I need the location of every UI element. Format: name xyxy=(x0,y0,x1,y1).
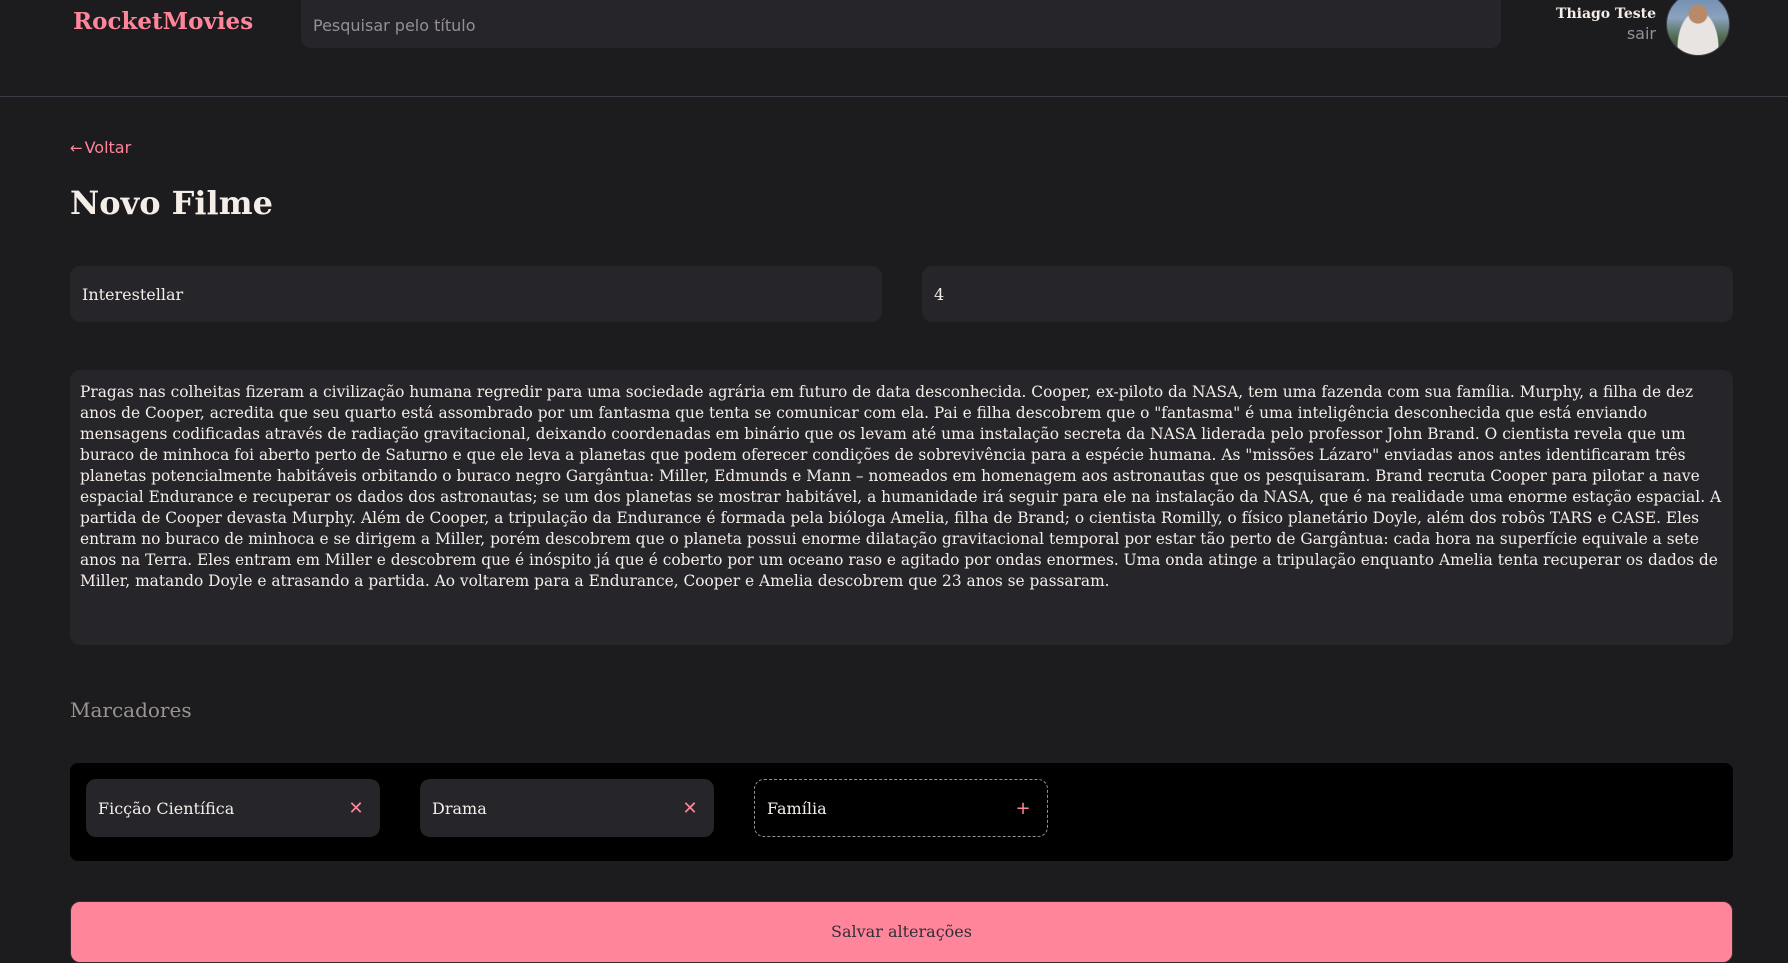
tag-item: Drama ✕ xyxy=(420,779,714,837)
tag-label: Drama xyxy=(432,798,487,818)
page-title: Novo Filme xyxy=(70,184,273,222)
description-textarea[interactable]: Pragas nas colheitas fizeram a civilizaç… xyxy=(70,370,1733,645)
logout-link[interactable]: sair xyxy=(1556,24,1656,43)
tag-label: Ficção Científica xyxy=(98,798,235,818)
avatar[interactable] xyxy=(1666,0,1730,56)
back-link[interactable]: ← Voltar xyxy=(70,138,131,157)
tags-container: Ficção Científica ✕ Drama ✕ Família + xyxy=(70,763,1733,861)
profile-text: Thiago Teste sair xyxy=(1556,0,1656,43)
new-tag-item[interactable]: Família + xyxy=(754,779,1048,837)
back-label: Voltar xyxy=(84,138,132,157)
arrow-left-icon: ← xyxy=(70,138,83,157)
brand-logo[interactable]: RocketMovies xyxy=(73,8,253,35)
close-icon[interactable]: ✕ xyxy=(344,798,368,819)
user-profile: Thiago Teste sair xyxy=(1556,0,1730,58)
search-input[interactable] xyxy=(301,0,1501,48)
new-tag-input[interactable]: Família xyxy=(767,799,827,818)
app-header: RocketMovies Thiago Teste sair xyxy=(0,0,1788,97)
tags-section-title: Marcadores xyxy=(70,698,192,722)
movie-title-input[interactable] xyxy=(70,266,882,322)
plus-icon[interactable]: + xyxy=(1011,798,1035,819)
save-button[interactable]: Salvar alterações xyxy=(70,901,1733,963)
user-name: Thiago Teste xyxy=(1556,6,1656,22)
tag-item: Ficção Científica ✕ xyxy=(86,779,380,837)
close-icon[interactable]: ✕ xyxy=(678,798,702,819)
movie-rating-input[interactable] xyxy=(922,266,1733,322)
